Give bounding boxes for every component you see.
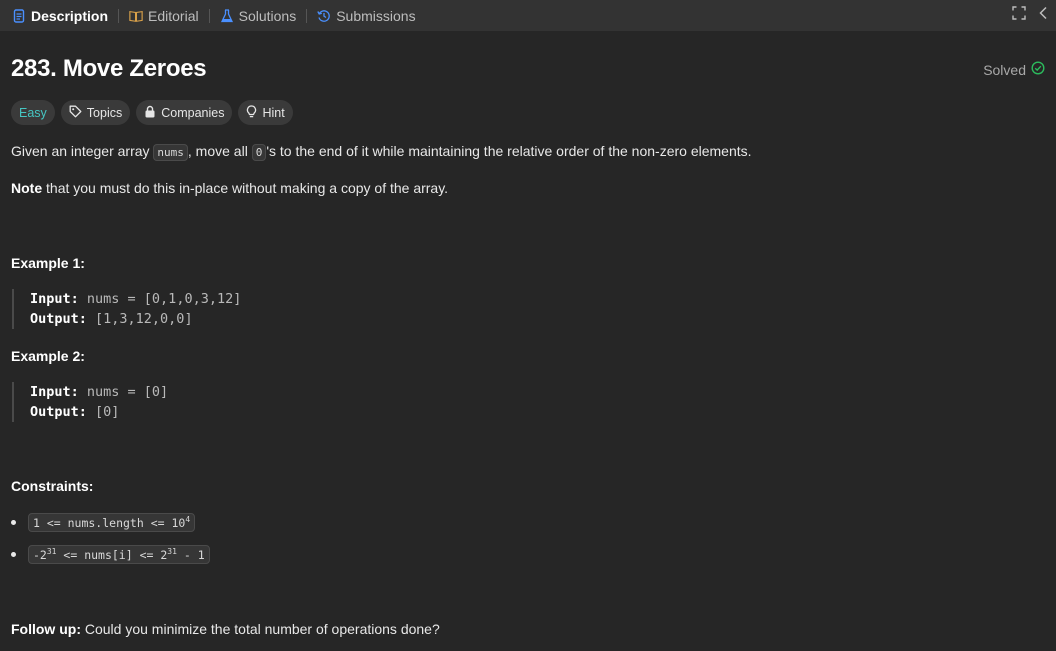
problem-tags: Easy Topics Companies Hint [11,100,293,125]
tab-submissions[interactable]: Submissions [313,0,419,31]
lock-icon [144,105,156,121]
example-2-heading: Example 2: [11,348,85,364]
output-value: [1,3,12,0,0] [86,311,193,327]
constraint-code: -231 <= nums[i] <= 231 - 1 [28,545,210,564]
problem-title[interactable]: 283. Move Zeroes [11,55,207,83]
inline-code: nums [153,144,188,161]
topics-button[interactable]: Topics [60,100,131,125]
hint-label: Hint [262,105,285,120]
text-span: Could you minimize the total number of o… [80,621,440,637]
bullet [11,519,16,525]
tab-description[interactable]: Description [8,0,112,31]
text-span: <= nums[i] <= 2 [56,547,168,562]
hint-button[interactable]: Hint [238,100,293,125]
description-paragraph: Given an integer array nums, move all 0 '… [11,143,752,161]
constraint-item: 1 <= nums.length <= 104 [11,513,196,532]
example-input-line: Input: nums = [0] [30,382,168,402]
input-value: nums = [0,1,0,3,12] [78,291,242,307]
text-span: 's to the end of it while maintaining th… [266,143,752,159]
text-span: -2 [33,547,47,562]
tag-icon [69,105,82,121]
tab-editorial[interactable]: Editorial [125,0,203,31]
tab-separator [118,8,120,23]
history-icon [317,9,331,23]
text-span: Given an integer array [11,143,154,159]
example-input-line: Input: nums = [0,1,0,3,12] [30,289,241,309]
example-1-block: Input: nums = [0,1,0,3,12] Output: [1,3,… [12,289,241,329]
tab-label: Editorial [148,7,199,24]
note-paragraph: Note that you must do this in-place with… [11,180,448,196]
companies-button[interactable]: Companies [136,100,233,125]
input-value: nums = [0] [78,384,169,400]
superscript: 4 [185,515,191,524]
text-span: - 1 [176,547,205,562]
text-span: 1 <= nums.length <= 10 [33,515,186,530]
bullet [11,551,16,557]
topics-label: Topics [86,105,123,120]
example-output-line: Output: [1,3,12,0,0] [30,309,241,329]
inline-code: 0 [251,144,267,161]
tab-solutions[interactable]: Solutions [216,0,301,31]
solved-label: Solved [983,61,1026,78]
input-label: Input: [30,384,79,400]
maximize-icon[interactable] [1012,6,1026,25]
tabbar-actions [1012,0,1048,31]
output-value: [0] [86,404,120,420]
constraints-heading: Constraints: [11,478,94,494]
output-label: Output: [30,404,87,420]
document-icon [12,8,26,23]
collapse-chevron-icon[interactable] [1038,6,1048,25]
text-span: , move all [187,143,252,159]
difficulty-badge: Easy [11,100,55,125]
text-span: that you must do this in-place without m… [42,180,449,196]
input-label: Input: [30,291,79,307]
solved-status: Solved [983,61,1045,78]
note-label: Note [11,180,43,196]
example-output-line: Output: [0] [30,402,168,422]
flask-icon [220,8,234,23]
lightbulb-icon [246,104,257,121]
output-label: Output: [30,311,87,327]
constraint-code: 1 <= nums.length <= 104 [28,513,196,532]
follow-up-paragraph: Follow up: Could you minimize the total … [11,621,440,637]
tab-separator [208,8,210,23]
follow-up-label: Follow up: [11,621,81,637]
superscript: 31 [46,547,57,556]
problem-tabbar: Description Editorial Solutions Submissi… [0,0,1056,31]
companies-label: Companies [161,105,225,120]
tab-label: Description [31,7,109,24]
example-1-heading: Example 1: [11,255,85,271]
example-2-block: Input: nums = [0] Output: [0] [12,382,168,422]
check-circle-icon [1031,61,1045,78]
constraint-item: -231 <= nums[i] <= 231 - 1 [11,545,210,564]
superscript: 31 [167,547,177,556]
difficulty-label: Easy [19,105,47,120]
tab-label: Submissions [336,7,416,24]
tab-label: Solutions [238,7,297,24]
book-icon [129,9,143,23]
tab-separator [306,8,308,23]
